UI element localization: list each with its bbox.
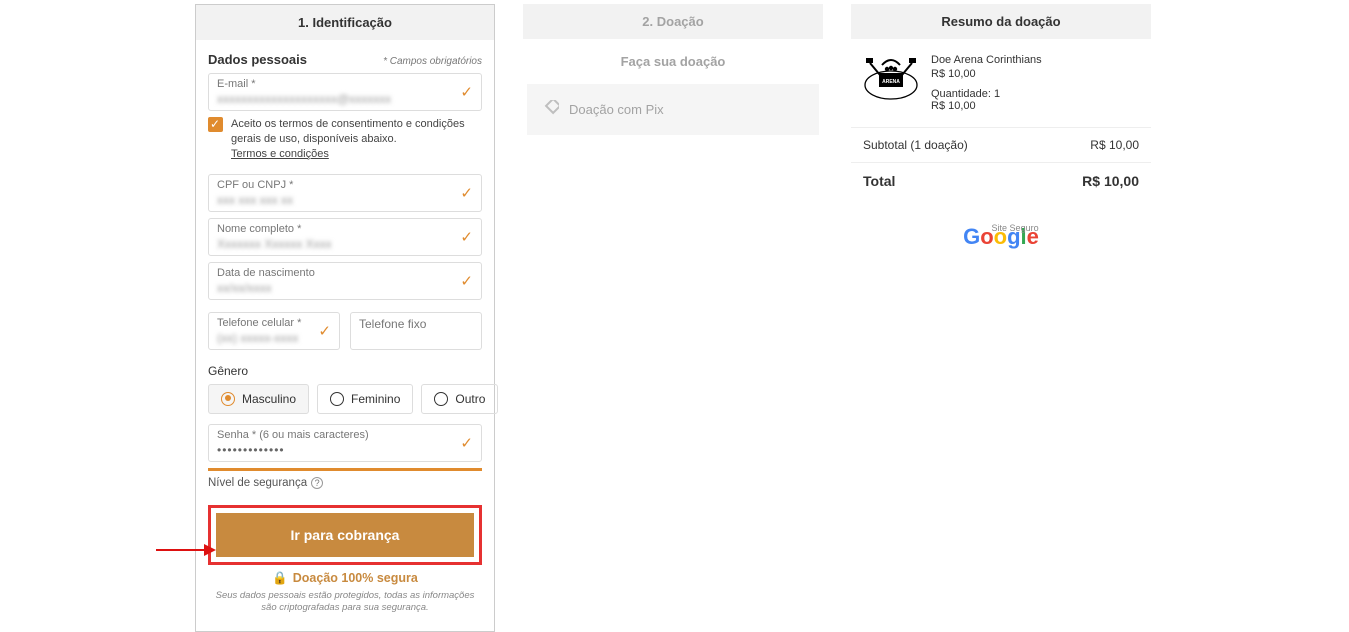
gender-group: Masculino Feminino Outro: [208, 384, 482, 414]
subtotal-value: R$ 10,00: [1090, 138, 1139, 152]
cta-highlight: Ir para cobrança: [208, 505, 482, 565]
section-title: Dados pessoais: [208, 52, 307, 67]
name-value: Xxxxxxx Xxxxxx Xxxx: [217, 237, 332, 251]
name-label: Nome completo *: [217, 223, 451, 235]
check-icon: ✓: [460, 184, 473, 202]
birth-label: Data de nascimento: [217, 267, 451, 279]
subtotal-label: Subtotal (1 doação): [863, 138, 968, 152]
check-icon: ✓: [460, 228, 473, 246]
safe-site-text: Site Seguro: [985, 223, 1045, 233]
summary-panel: Resumo da doação ARENA Doe Arena Corinth…: [851, 4, 1151, 632]
password-strength-bar: [208, 468, 482, 471]
google-safe-badge: Site Seguro Google: [851, 224, 1151, 250]
step2-header: 2. Doação: [523, 4, 823, 39]
summary-item: ARENA Doe Arena Corinthians R$ 10,00 Qua…: [851, 39, 1151, 127]
product-logo: ARENA: [861, 54, 921, 104]
pix-label: Doação com Pix: [569, 102, 664, 117]
email-label: E-mail *: [217, 78, 451, 90]
gender-other-label: Outro: [455, 392, 485, 406]
step2-subtitle: Faça sua doação: [523, 54, 823, 69]
email-field[interactable]: E-mail * xxxxxxxxxxxxxxxxxxxx@xxxx​xxx ✓: [208, 73, 482, 111]
item-line-total: R$ 10,00: [931, 100, 1141, 112]
step1-header: 1. Identificação: [196, 5, 494, 40]
consent-row: Aceito os termos de consentimento e cond…: [208, 117, 482, 162]
check-icon: ✓: [460, 83, 473, 101]
name-field[interactable]: Nome completo * Xxxxxxx Xxxxxx Xxxx ✓: [208, 218, 482, 256]
cell-value: (xx) xxxxx-xxxx: [217, 331, 298, 345]
item-name: Doe Arena Corinthians: [931, 54, 1141, 66]
proceed-billing-button[interactable]: Ir para cobrança: [216, 513, 474, 557]
secure-line: 🔒 Doação 100% segura: [208, 571, 482, 586]
gender-male-label: Masculino: [242, 392, 296, 406]
check-icon: ✓: [460, 434, 473, 452]
check-icon: ✓: [318, 322, 331, 340]
consent-checkbox[interactable]: [208, 117, 223, 132]
email-value: xxxxxxxxxxxxxxxxxxxx@xxxx​xxx: [217, 92, 391, 106]
secure-note: Seus dados pessoais estão protegidos, to…: [208, 590, 482, 616]
birth-value: xx/xx/xxxx: [217, 281, 272, 295]
total-value: R$ 10,00: [1082, 173, 1139, 189]
gender-female-label: Feminino: [351, 392, 400, 406]
help-icon[interactable]: ?: [311, 477, 323, 489]
terms-link[interactable]: Termos e condições: [231, 148, 329, 160]
security-level-text: Nível de segurança: [208, 477, 307, 489]
item-qty: Quantidade: 1: [931, 88, 1141, 100]
radio-icon: [221, 392, 235, 406]
subtotal-row: Subtotal (1 doação) R$ 10,00: [851, 128, 1151, 162]
summary-header: Resumo da doação: [851, 4, 1151, 39]
item-price: R$ 10,00: [931, 68, 1141, 80]
radio-icon: [330, 392, 344, 406]
radio-icon: [434, 392, 448, 406]
consent-text: Aceito os termos de consentimento e cond…: [231, 118, 465, 145]
gender-other[interactable]: Outro: [421, 384, 498, 414]
cpf-field[interactable]: CPF ou CNPJ * xxx xxx xxx xx ✓: [208, 174, 482, 212]
pix-icon: [543, 100, 559, 119]
pix-option: Doação com Pix: [527, 84, 819, 135]
cellphone-field[interactable]: Telefone celular * (xx) xxxxx-xxxx ✓: [208, 312, 340, 350]
total-label: Total: [863, 173, 895, 189]
password-field[interactable]: Senha * (6 ou mais caracteres) •••••••••…: [208, 424, 482, 462]
step2-panel: 2. Doação Faça sua doação Doação com Pix: [523, 4, 823, 632]
gender-label: Gênero: [208, 364, 482, 378]
check-icon: ✓: [460, 272, 473, 290]
personal-data-heading: Dados pessoais * Campos obrigatórios: [208, 52, 482, 67]
total-row: Total R$ 10,00: [851, 163, 1151, 199]
landline-placeholder: Telefone fixo: [359, 317, 426, 331]
svg-text:ARENA: ARENA: [882, 79, 900, 85]
password-label: Senha * (6 ou mais caracteres): [217, 429, 451, 441]
step1-panel: 1. Identificação Dados pessoais * Campos…: [195, 4, 495, 632]
gender-female[interactable]: Feminino: [317, 384, 413, 414]
secure-text: Doação 100% segura: [293, 571, 418, 585]
landline-field[interactable]: Telefone fixo: [350, 312, 482, 350]
cell-label: Telefone celular *: [217, 317, 309, 329]
password-value: •••••••••••••: [217, 443, 285, 457]
cpf-label: CPF ou CNPJ *: [217, 179, 451, 191]
birth-field[interactable]: Data de nascimento xx/xx/xxxx ✓: [208, 262, 482, 300]
required-note: * Campos obrigatórios: [383, 56, 482, 67]
security-level: Nível de segurança ?: [208, 477, 482, 489]
lock-icon: 🔒: [272, 571, 288, 586]
cpf-value: xxx xxx xxx xx: [217, 193, 293, 207]
gender-male[interactable]: Masculino: [208, 384, 309, 414]
